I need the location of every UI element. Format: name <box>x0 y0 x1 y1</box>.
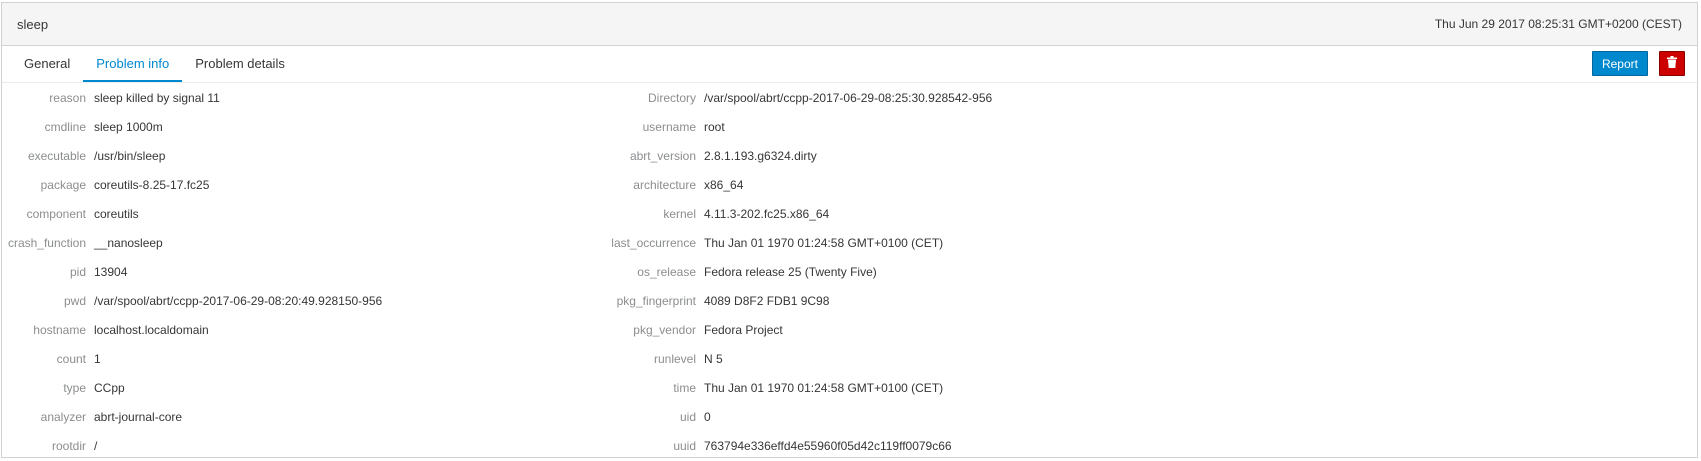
field-key: username <box>642 119 696 134</box>
field-value: x86_64 <box>704 177 744 192</box>
field-row: uid 0 <box>2 402 992 431</box>
field-row: last_occurrence Thu Jan 01 1970 01:24:58 … <box>2 228 992 257</box>
action-buttons: Report <box>1591 51 1685 76</box>
field-row: abrt_version 2.8.1.193.g6324.dirty <box>2 141 992 170</box>
field-value: 0 <box>704 409 711 424</box>
report-button[interactable]: Report <box>1591 51 1648 76</box>
field-row: pkg_vendor Fedora Project <box>2 315 992 344</box>
field-row: runlevel N 5 <box>2 344 992 373</box>
field-value: 763794e336effd4e55960f05d42c119ff0079c66 <box>704 438 952 453</box>
problem-timestamp: Thu Jun 29 2017 08:25:31 GMT+0200 (CEST) <box>1434 17 1682 31</box>
field-row: architecture x86_64 <box>2 170 992 199</box>
field-row: time Thu Jan 01 1970 01:24:58 GMT+0100 (C… <box>2 373 992 402</box>
field-key: uid <box>679 409 696 424</box>
field-row: pkg_fingerprint 4089 D8F2 FDB1 9C98 <box>2 286 992 315</box>
field-key: last_occurrence <box>611 235 696 250</box>
field-key: kernel <box>663 206 696 221</box>
field-value: 2.8.1.193.g6324.dirty <box>704 148 817 163</box>
field-value: /var/spool/abrt/ccpp-2017-06-29-08:25:30… <box>704 90 993 105</box>
field-value: Thu Jan 01 1970 01:24:58 GMT+0100 (CET) <box>704 380 944 395</box>
field-row: Directory/var/spool/abrt/ccpp-2017-06-29… <box>2 83 992 112</box>
field-key: abrt_version <box>629 148 696 163</box>
field-value: N 5 <box>704 351 723 366</box>
field-value: Thu Jan 01 1970 01:24:58 GMT+0100 (CET) <box>704 235 944 250</box>
tab-general[interactable]: General <box>11 46 83 82</box>
field-key: architecture <box>633 177 696 192</box>
problem-panel: sleep Thu Jun 29 2017 08:25:31 GMT+0200 … <box>1 2 1698 458</box>
problem-title: sleep <box>17 16 49 32</box>
field-row: os_release Fedora release 25 (Twenty Five… <box>2 257 992 286</box>
field-key: time <box>673 380 696 395</box>
field-key: pkg_fingerprint <box>616 293 696 308</box>
field-value: Fedora release 25 (Twenty Five) <box>704 264 877 279</box>
tab-bar: General Problem info Problem details Rep… <box>2 46 1697 83</box>
tab-problem-info[interactable]: Problem info <box>83 46 183 82</box>
delete-button[interactable] <box>1659 51 1685 76</box>
tab-problem-details[interactable]: Problem details <box>182 46 298 82</box>
field-key: os_release <box>637 264 696 279</box>
field-key: pkg_vendor <box>633 322 696 337</box>
field-key: Directory <box>647 90 696 105</box>
trash-icon <box>1667 56 1677 71</box>
field-row: username root <box>2 112 992 141</box>
field-value: 4089 D8F2 FDB1 9C98 <box>704 293 830 308</box>
field-value: 4.11.3-202.fc25.x86_64 <box>704 206 830 221</box>
right-field-column: Directory/var/spool/abrt/ccpp-2017-06-29… <box>2 83 992 460</box>
field-value: Fedora Project <box>704 322 783 337</box>
field-key: uuid <box>673 438 696 453</box>
panel-heading: sleep Thu Jun 29 2017 08:25:31 GMT+0200 … <box>2 3 1697 46</box>
field-row: uuid 763794e336effd4e55960f05d42c119ff007… <box>2 431 992 460</box>
field-value: root <box>704 119 725 134</box>
field-row: kernel 4.11.3-202.fc25.x86_64 <box>2 199 992 228</box>
field-key: runlevel <box>653 351 696 366</box>
